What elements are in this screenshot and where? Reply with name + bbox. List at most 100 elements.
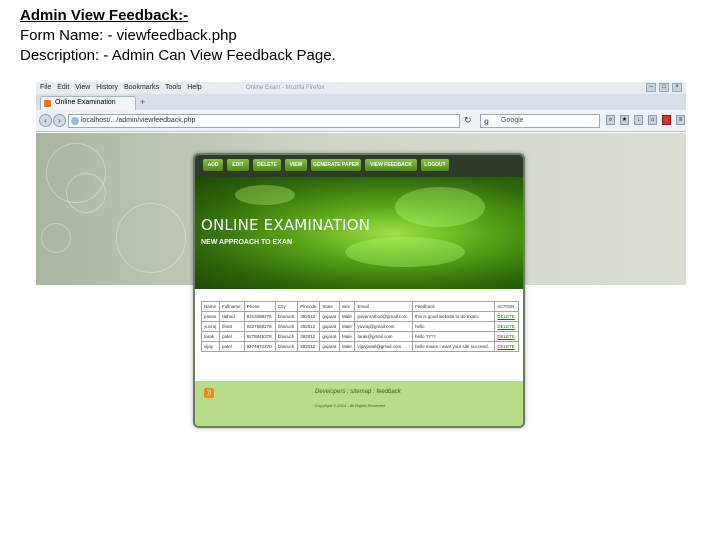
header-action: ACTION xyxy=(494,301,519,312)
site-footer: )) Developers : sitemap : feedback Copyr… xyxy=(195,381,523,426)
table-row: vijay patel 9274872370 bharuch 392012 gu… xyxy=(200,341,519,352)
cell-name: vijay xyxy=(200,341,221,352)
cell-fullname: bhatt xyxy=(219,321,245,332)
cell-fullname: rathod xyxy=(219,311,245,322)
header-city: City xyxy=(274,301,299,312)
footer-links[interactable]: Developers : sitemap : feedback xyxy=(315,389,401,395)
cell-city: bharuch xyxy=(274,311,299,322)
cell-sex: Male xyxy=(339,321,356,332)
favicon-icon xyxy=(44,100,51,107)
cell-pincode: 392012 xyxy=(297,341,321,352)
google-icon: g xyxy=(484,117,489,126)
minimize-icon[interactable]: – xyxy=(646,83,656,92)
toolbar-icons: ⌕ ★ ↓ ⌂ ≡ xyxy=(606,115,685,125)
cell-pincode: 392012 xyxy=(297,321,321,332)
header-pincode: Pincode xyxy=(297,301,321,312)
menu-view[interactable]: View xyxy=(75,84,90,91)
cell-fullname: patel xyxy=(219,341,245,352)
cell-email: tarak@gmail.com xyxy=(354,331,414,342)
cell-sex: Male xyxy=(339,311,356,322)
header-state: State xyxy=(319,301,341,312)
hero-banner: ONLINE EXAMINATION NEW APPROACH TO EXAN xyxy=(195,177,523,289)
rss-icon[interactable]: )) xyxy=(204,388,214,398)
cell-pincode: 392012 xyxy=(297,331,321,342)
table-header-row: Name Fullname Phone City Pincode State S… xyxy=(200,301,519,312)
nav-delete[interactable]: DELETE xyxy=(253,159,281,171)
menu-history[interactable]: History xyxy=(96,84,118,91)
page-viewport: ADD EDIT DELETE VIEW GENERATE PAPER VIEW… xyxy=(36,133,686,508)
cell-state: gujarat xyxy=(319,341,341,352)
nav-generate-paper[interactable]: GENERATE PAPER xyxy=(311,159,361,171)
header-fullname: Fullname xyxy=(219,301,245,312)
cell-phone: 9274872370 xyxy=(243,341,276,352)
background-swirl xyxy=(41,223,71,253)
window-controls: – □ × xyxy=(646,83,682,92)
close-icon[interactable]: × xyxy=(672,83,682,92)
nav-logout[interactable]: LOGOUT xyxy=(421,159,449,171)
cell-pincode: 392012 xyxy=(297,311,321,322)
delete-link[interactable]: DELETE xyxy=(494,331,519,342)
cell-phone: 9327688276 xyxy=(243,321,276,332)
delete-link[interactable]: DELETE xyxy=(494,311,519,322)
maximize-icon[interactable]: □ xyxy=(659,83,669,92)
table-row: tarak patel 9278845378 bharuch 392012 gu… xyxy=(200,331,519,342)
back-button[interactable]: ‹ xyxy=(39,114,52,127)
menu-icon[interactable]: ≡ xyxy=(676,115,685,125)
site-nav: ADD EDIT DELETE VIEW GENERATE PAPER VIEW… xyxy=(195,155,523,177)
cell-sex: Male xyxy=(339,341,356,352)
url-input[interactable]: localhost/.../admin/viewfeedback.php xyxy=(68,114,460,128)
search-input[interactable]: g Google xyxy=(480,114,600,128)
cell-city: bharuch xyxy=(274,321,299,332)
cell-state: gujarat xyxy=(319,321,341,332)
cell-state: gujarat xyxy=(319,311,341,322)
download-icon[interactable]: ↓ xyxy=(634,115,643,125)
cell-fullname: patel xyxy=(219,331,245,342)
menu-bar: File Edit View History Bookmarks Tools H… xyxy=(36,82,686,94)
browser-screenshot: File Edit View History Bookmarks Tools H… xyxy=(36,82,686,508)
new-tab-button[interactable]: + xyxy=(140,97,145,107)
header-feedback: Feedback xyxy=(412,301,496,312)
header-email: Email xyxy=(354,301,414,312)
search-icon[interactable]: ⌕ xyxy=(606,115,615,125)
tab-online-examination[interactable]: Online Examination xyxy=(40,96,136,110)
addon-icon[interactable] xyxy=(662,115,671,125)
site-container: ADD EDIT DELETE VIEW GENERATE PAPER VIEW… xyxy=(193,153,525,428)
delete-link[interactable]: DELETE xyxy=(494,341,519,352)
leaf-decoration xyxy=(395,187,485,227)
cell-name: pavan xyxy=(200,311,221,322)
navigation-bar: ‹ › localhost/.../admin/viewfeedback.php… xyxy=(36,110,686,132)
slide-header: Admin View Feedback:- Form Name: - viewf… xyxy=(20,6,580,66)
cell-email: yuvraj@gmail.com xyxy=(354,321,414,332)
bookmark-icon[interactable]: ★ xyxy=(620,115,629,125)
globe-icon xyxy=(71,117,79,125)
nav-view-feedback[interactable]: VIEW FEEDBACK xyxy=(365,159,417,171)
url-text: localhost/.../admin/viewfeedback.php xyxy=(81,117,196,124)
reload-button[interactable]: ↻ xyxy=(464,115,472,126)
menu-tools[interactable]: Tools xyxy=(165,84,181,91)
site-subheading: NEW APPROACH TO EXAN xyxy=(201,239,293,246)
home-icon[interactable]: ⌂ xyxy=(648,115,657,125)
cell-name: yuvraj xyxy=(200,321,221,332)
cell-name: tarak xyxy=(200,331,221,342)
form-name: Form Name: - viewfeedback.php xyxy=(20,27,237,44)
menu-help[interactable]: Help xyxy=(187,84,201,91)
leaf-decoration xyxy=(345,237,465,267)
forward-button[interactable]: › xyxy=(53,114,66,127)
menu-edit[interactable]: Edit xyxy=(57,84,69,91)
window-title: Online Exam - Mozilla Firefox xyxy=(246,85,325,91)
nav-add[interactable]: ADD xyxy=(203,159,223,171)
tab-label: Online Examination xyxy=(55,99,116,106)
menu-file[interactable]: File xyxy=(40,84,51,91)
description: Description: - Admin Can View Feedback P… xyxy=(20,47,336,64)
slide-title: Admin View Feedback:- xyxy=(20,7,189,24)
nav-view[interactable]: VIEW xyxy=(285,159,307,171)
feedback-table: Name Fullname Phone City Pincode State S… xyxy=(200,301,519,352)
cell-phone: 9278845378 xyxy=(243,331,276,342)
background-swirl xyxy=(66,173,106,213)
nav-edit[interactable]: EDIT xyxy=(227,159,249,171)
delete-link[interactable]: DELETE xyxy=(494,321,519,332)
menu-bookmarks[interactable]: Bookmarks xyxy=(124,84,159,91)
cell-city: bharuch xyxy=(274,341,299,352)
cell-sex: Male xyxy=(339,331,356,342)
copyright-text: Copyright © 2014 - All Rights Reserved. xyxy=(315,403,386,408)
